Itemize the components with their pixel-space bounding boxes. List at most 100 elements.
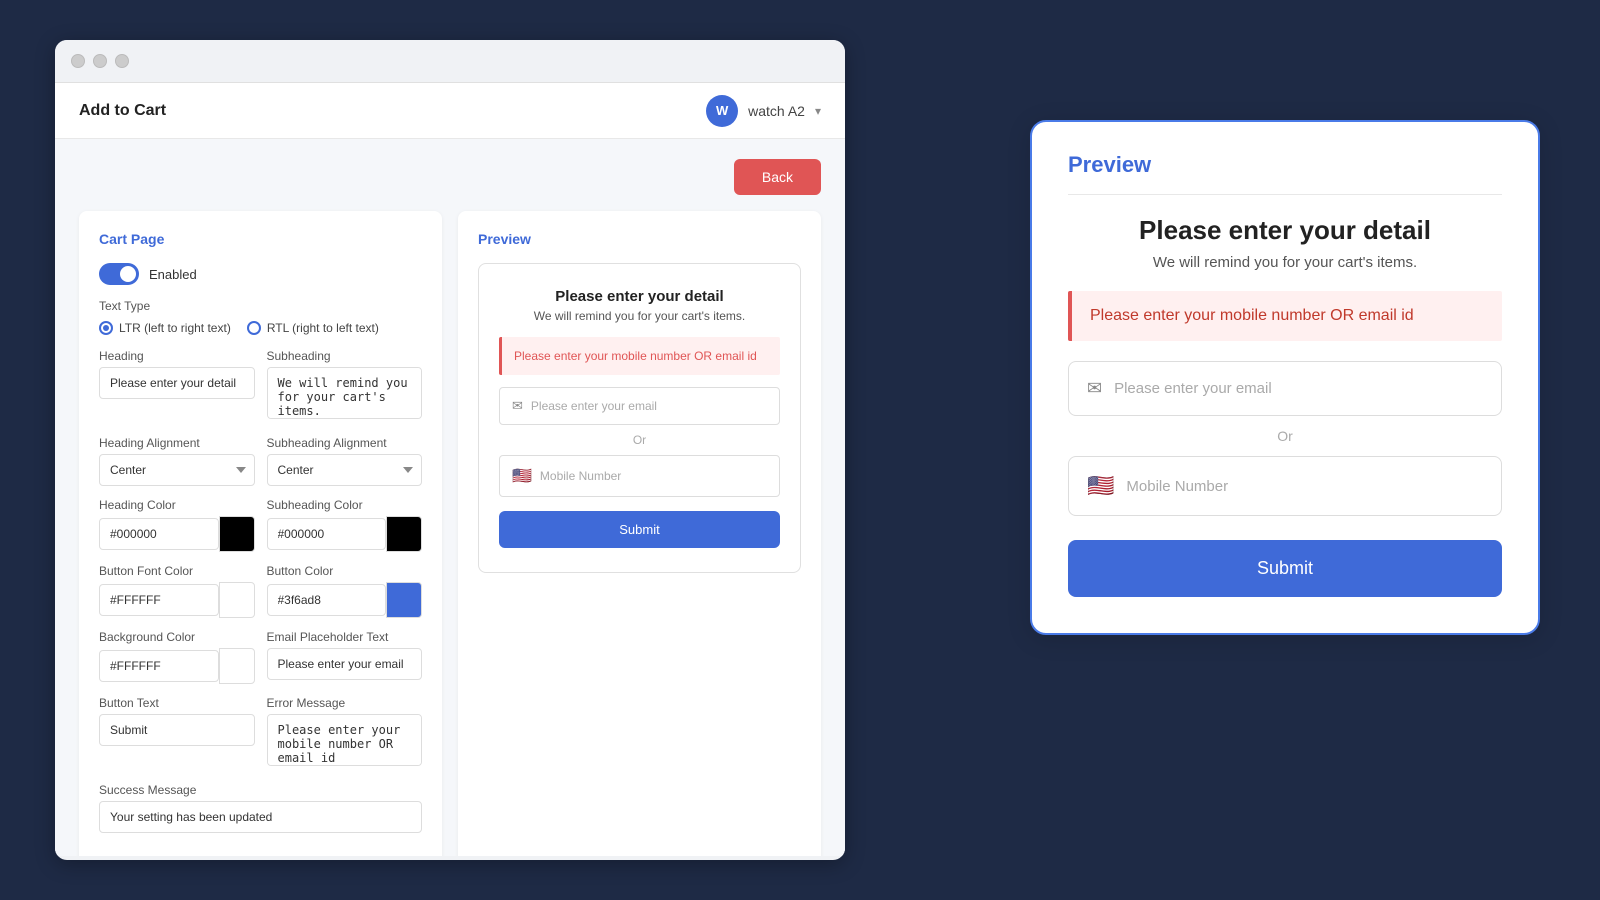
enabled-toggle[interactable]: [99, 263, 139, 285]
preview-subheading: We will remind you for your cart's items…: [499, 309, 780, 323]
ltr-radio[interactable]: LTR (left to right text): [99, 321, 231, 335]
large-preview-title: Preview: [1068, 152, 1502, 195]
preview-phone-placeholder: Mobile Number: [540, 469, 621, 483]
watch-label: watch A2: [748, 103, 805, 119]
ltr-label: LTR (left to right text): [119, 321, 231, 335]
preview-phone-row: 🇺🇸 Mobile Number: [499, 455, 780, 497]
rtl-label: RTL (right to left text): [267, 321, 379, 335]
button-font-color-group: Button Font Color: [99, 564, 255, 618]
main-content: Back Cart Page Enabled Text Type LTR (le…: [55, 139, 845, 856]
browser-content: Add to Cart W watch A2 ▾ Back Cart Page …: [55, 82, 845, 856]
subheading-color-swatch[interactable]: [386, 516, 422, 552]
button-color-input[interactable]: [267, 584, 387, 616]
email-placeholder-label: Email Placeholder Text: [267, 630, 423, 644]
bg-color-row: [99, 648, 255, 684]
heading-color-swatch[interactable]: [219, 516, 255, 552]
button-font-color-input[interactable]: [99, 584, 219, 616]
button-font-color-row: [99, 582, 255, 618]
preview-or-divider: Or: [499, 433, 780, 447]
preview-error-text: Please enter your mobile number OR email…: [514, 349, 757, 363]
subheading-alignment-select[interactable]: Center Left Right: [267, 454, 423, 486]
button-error-grid: Button Text Error Message Please enter y…: [99, 696, 422, 771]
button-text-input[interactable]: [99, 714, 255, 746]
alignment-grid: Heading Alignment Center Left Right Subh…: [99, 436, 422, 486]
email-placeholder-input[interactable]: [267, 648, 423, 680]
success-message-label: Success Message: [99, 783, 422, 797]
preview-email-row: ✉ Please enter your email: [499, 387, 780, 425]
button-font-color-swatch[interactable]: [219, 582, 255, 618]
button-color-group: Button Color: [267, 564, 423, 618]
subheading-color-row: [267, 516, 423, 552]
preview-panel-title: Preview: [478, 231, 801, 247]
color-grid: Heading Color Subheading Color: [99, 498, 422, 552]
email-placeholder-group: Email Placeholder Text: [267, 630, 423, 684]
large-phone-row: 🇺🇸 Mobile Number: [1068, 456, 1502, 516]
app-header: Add to Cart W watch A2 ▾: [55, 83, 845, 139]
browser-dot-1: [71, 54, 85, 68]
success-message-input[interactable]: [99, 801, 422, 833]
heading-input[interactable]: [99, 367, 255, 399]
large-or-divider: Or: [1068, 428, 1502, 444]
heading-alignment-label: Heading Alignment: [99, 436, 255, 450]
bg-color-label: Background Color: [99, 630, 255, 644]
subheading-color-group: Subheading Color: [267, 498, 423, 552]
browser-dot-2: [93, 54, 107, 68]
button-color-row: [267, 582, 423, 618]
bg-color-input[interactable]: [99, 650, 219, 682]
browser-dot-3: [115, 54, 129, 68]
large-submit-button[interactable]: Submit: [1068, 540, 1502, 597]
two-col-layout: Cart Page Enabled Text Type LTR (left to…: [79, 211, 821, 856]
large-preview-panel: Preview Please enter your detail We will…: [1030, 120, 1540, 635]
cart-page-panel-title: Cart Page: [99, 231, 422, 247]
rtl-radio[interactable]: RTL (right to left text): [247, 321, 379, 335]
success-message-group: Success Message: [99, 783, 422, 833]
button-text-group: Button Text: [99, 696, 255, 771]
subheading-field-group: Subheading We will remind you for your c…: [267, 349, 423, 424]
success-grid: Success Message: [99, 783, 422, 833]
heading-alignment-select[interactable]: Center Left Right: [99, 454, 255, 486]
button-color-grid: Button Font Color Button Color: [99, 564, 422, 618]
enabled-toggle-row: Enabled: [99, 263, 422, 285]
us-flag-icon: 🇺🇸: [512, 466, 532, 486]
heading-color-label: Heading Color: [99, 498, 255, 512]
back-button[interactable]: Back: [734, 159, 821, 195]
avatar: W: [706, 95, 738, 127]
chevron-down-icon[interactable]: ▾: [815, 104, 821, 118]
heading-color-row: [99, 516, 255, 552]
heading-alignment-group: Heading Alignment Center Left Right: [99, 436, 255, 486]
ltr-radio-circle[interactable]: [99, 321, 113, 335]
button-font-color-label: Button Font Color: [99, 564, 255, 578]
error-message-group: Error Message Please enter your mobile n…: [267, 696, 423, 771]
large-email-icon: ✉: [1087, 378, 1102, 399]
text-type-radio-row: LTR (left to right text) RTL (right to l…: [99, 321, 422, 335]
button-text-label: Button Text: [99, 696, 255, 710]
rtl-radio-circle[interactable]: [247, 321, 261, 335]
text-type-label: Text Type: [99, 299, 422, 313]
header-right: W watch A2 ▾: [706, 95, 821, 127]
heading-field-group: Heading: [99, 349, 255, 424]
subheading-color-input[interactable]: [267, 518, 387, 550]
email-icon: ✉: [512, 398, 523, 414]
large-phone-placeholder: Mobile Number: [1126, 478, 1228, 495]
bg-color-swatch[interactable]: [219, 648, 255, 684]
button-color-label: Button Color: [267, 564, 423, 578]
preview-submit-button[interactable]: Submit: [499, 511, 780, 548]
subheading-color-label: Subheading Color: [267, 498, 423, 512]
subheading-label: Subheading: [267, 349, 423, 363]
large-preview-heading: Please enter your detail: [1068, 215, 1502, 246]
large-error-box: Please enter your mobile number OR email…: [1068, 291, 1502, 341]
bg-color-group: Background Color: [99, 630, 255, 684]
preview-error-box: Please enter your mobile number OR email…: [499, 337, 780, 375]
large-error-text: Please enter your mobile number OR email…: [1090, 307, 1414, 324]
preview-panel: Preview Please enter your detail We will…: [458, 211, 821, 856]
preview-heading: Please enter your detail: [499, 288, 780, 305]
large-email-row: ✉ Please enter your email: [1068, 361, 1502, 416]
heading-color-input[interactable]: [99, 518, 219, 550]
error-message-textarea[interactable]: Please enter your mobile number OR email…: [267, 714, 423, 766]
button-color-swatch[interactable]: [386, 582, 422, 618]
subheading-textarea[interactable]: We will remind you for your cart's items…: [267, 367, 423, 419]
heading-label: Heading: [99, 349, 255, 363]
cart-page-panel: Cart Page Enabled Text Type LTR (left to…: [79, 211, 442, 856]
preview-email-placeholder: Please enter your email: [531, 399, 657, 413]
subheading-alignment-group: Subheading Alignment Center Left Right: [267, 436, 423, 486]
